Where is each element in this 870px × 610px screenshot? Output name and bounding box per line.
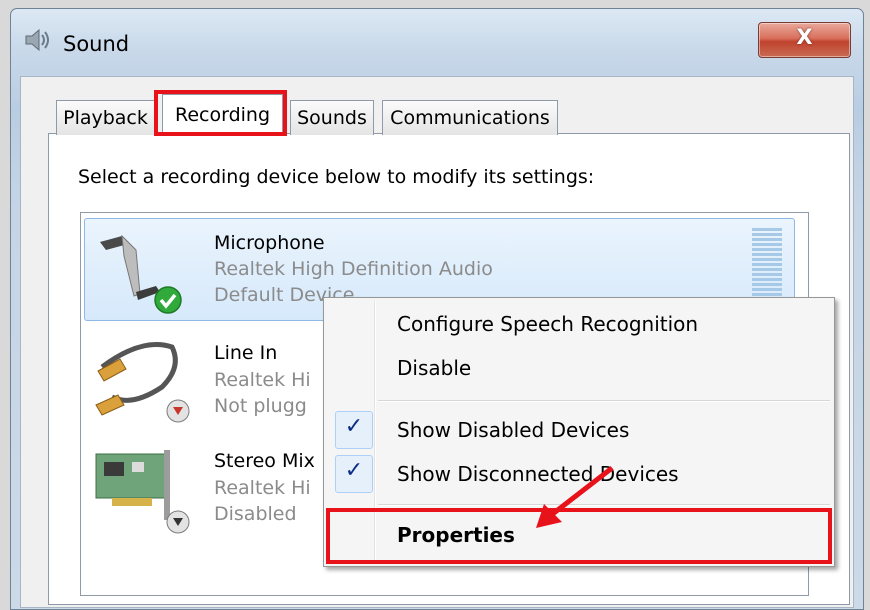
menu-item-configure-speech-recognition[interactable]: Configure Speech Recognition [397,312,698,336]
close-icon: X [796,25,813,49]
device-status: Disabled [214,503,297,525]
green-check-icon [154,286,182,314]
tab-playback[interactable]: Playback [56,100,155,135]
rca-cable-icon [95,342,190,423]
device-name: Line In [214,342,278,364]
recording-tab-highlight [154,90,287,136]
check-icon: ✓ [335,455,373,493]
instruction-text: Select a recording device below to modif… [78,166,595,188]
speaker-icon [25,28,49,52]
device-driver: Realtek Hi [214,369,311,391]
device-name: Stereo Mix [214,450,315,472]
device-name: Microphone [214,232,325,254]
close-button[interactable]: X [758,22,851,58]
menu-item-show-disabled-devices[interactable]: Show Disabled Devices [397,418,629,442]
device-driver: Realtek Hi [214,477,311,499]
window-title: Sound [63,32,130,56]
menu-item-disable[interactable]: Disable [397,356,471,380]
sound-card-icon [95,450,190,534]
microphone-icon [100,234,182,314]
tab-communications[interactable]: Communications [382,100,558,135]
check-icon: ✓ [335,411,373,449]
device-driver: Realtek High Definition Audio [214,258,493,280]
red-arrow-icon [536,466,614,528]
menu-separator [378,400,830,402]
tab-sounds[interactable]: Sounds [290,100,374,135]
level-meter [752,228,782,300]
device-status: Not plugg [214,395,307,417]
